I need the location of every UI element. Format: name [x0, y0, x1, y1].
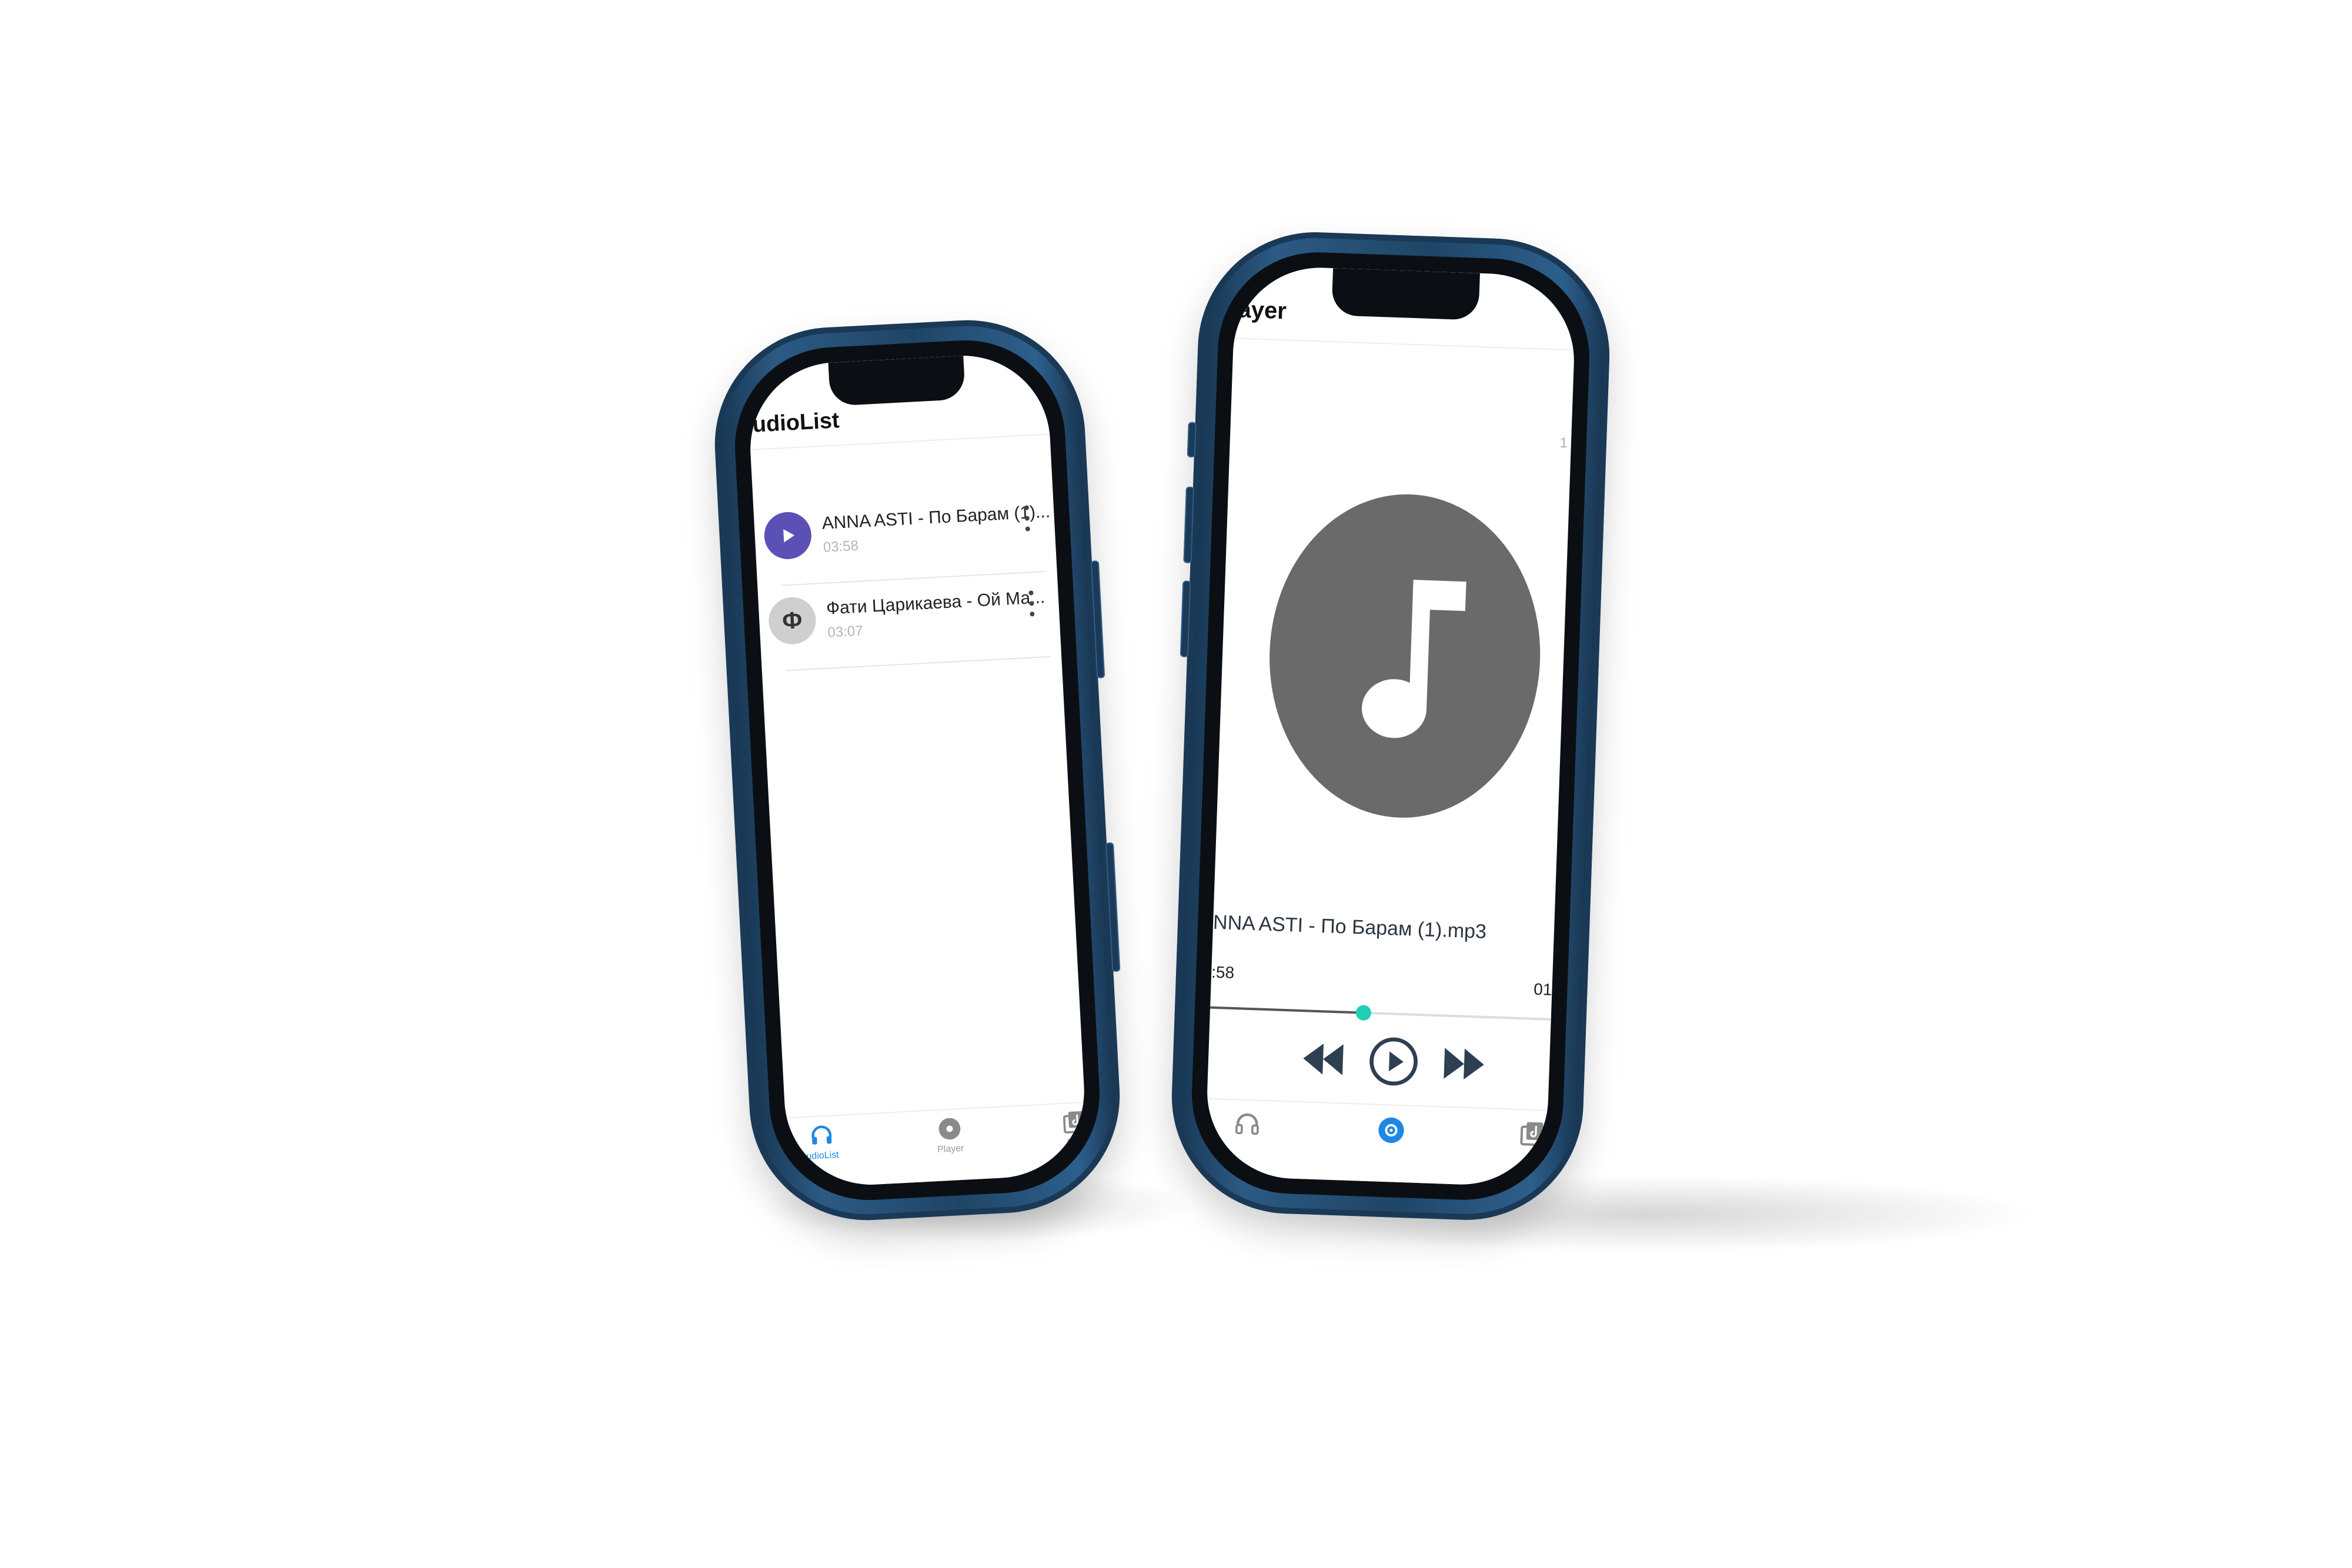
track-index: 1: [1559, 434, 1568, 452]
notch: [1331, 268, 1480, 320]
appbar-divider: [750, 433, 1050, 451]
nav-item-playlist[interactable]: Plaı: [1015, 1106, 1089, 1151]
avatar[interactable]: [763, 510, 813, 561]
nav-label: Plaı: [1067, 1137, 1084, 1148]
more-options-icon[interactable]: [1027, 590, 1035, 617]
playlist-icon: [1520, 1122, 1544, 1146]
page-title: ayer: [1237, 296, 1287, 325]
current-track-name: NNA ASTI - По Барам (1).mp3: [1212, 911, 1487, 943]
play-circle-icon[interactable]: [1367, 1034, 1421, 1089]
nav-label: udioList: [806, 1149, 840, 1162]
list-item[interactable]: ANNA ASTI - По Барам (1)... 03:58: [753, 486, 1057, 587]
nav-item-player[interactable]: Player: [890, 1113, 1010, 1158]
seek-progress: [1210, 1006, 1364, 1014]
headphones-icon: [811, 1125, 832, 1145]
track-duration: 03:07: [827, 623, 864, 641]
appbar-divider: [1233, 337, 1575, 351]
track-duration: 03:58: [823, 537, 859, 556]
nav-item-audiolist[interactable]: [1204, 1108, 1307, 1140]
right-phone-volume-up: [1183, 486, 1194, 564]
playlist-icon: [1063, 1111, 1084, 1134]
more-options-icon[interactable]: [1023, 505, 1031, 531]
seek-bar[interactable]: [1210, 1005, 1551, 1021]
left-phone: udioList ANNA ASTI - По Барам (1)... 03:…: [709, 314, 1126, 1226]
row-divider: [785, 656, 1051, 671]
left-phone-side-button: [1090, 560, 1105, 678]
track-title: Фати Царикаева - Ой Ма...: [826, 587, 1045, 618]
fast-forward-icon[interactable]: [1436, 1037, 1491, 1091]
album-cover: [1264, 489, 1546, 823]
nav-item-audiolist[interactable]: udioList: [762, 1119, 881, 1164]
notch: [828, 355, 966, 406]
page-title: udioList: [751, 408, 840, 437]
nav-item-player[interactable]: [1332, 1113, 1451, 1148]
bottom-navigation: udioList Player Plaı: [785, 1101, 1089, 1189]
left-phone-side-button-lower: [1105, 842, 1121, 972]
audio-list-screen: udioList ANNA ASTI - По Барам (1)... 03:…: [746, 351, 1089, 1189]
list-item[interactable]: Ф Фати Царикаева - Ой Ма... 03:07: [757, 571, 1061, 672]
nav-label: Player: [937, 1143, 964, 1155]
avatar[interactable]: Ф: [767, 596, 817, 646]
seek-thumb[interactable]: [1355, 1005, 1372, 1021]
bottom-navigation: [1204, 1098, 1548, 1188]
left-phone-bezel: udioList ANNA ASTI - По Барам (1)... 03:…: [730, 335, 1105, 1205]
right-phone-bezel: ayer 1 NNA ASTI - По Барам (1).mp3 :58 0…: [1188, 249, 1593, 1203]
right-phone-volume-down: [1180, 580, 1191, 657]
nav-item-playlist[interactable]: [1473, 1118, 1577, 1150]
player-screen: ayer 1 NNA ASTI - По Барам (1).mp3 :58 0…: [1204, 265, 1577, 1188]
right-phone-action-button: [1187, 422, 1197, 458]
right-phone: ayer 1 NNA ASTI - По Барам (1).mp3 :58 0…: [1168, 228, 1613, 1224]
time-remaining: 01: [1533, 979, 1553, 999]
play-icon: [783, 529, 795, 543]
music-note-icon: [1362, 580, 1466, 738]
rewind-icon[interactable]: [1296, 1032, 1351, 1086]
disc-icon: [938, 1118, 961, 1140]
avatar-letter: Ф: [781, 607, 803, 634]
playback-controls: [1296, 1032, 1492, 1091]
track-title: ANNA ASTI - По Барам (1)...: [821, 502, 1051, 533]
headphones-icon: [1235, 1113, 1259, 1135]
disc-icon: [1378, 1117, 1404, 1144]
time-elapsed: :58: [1211, 962, 1235, 982]
